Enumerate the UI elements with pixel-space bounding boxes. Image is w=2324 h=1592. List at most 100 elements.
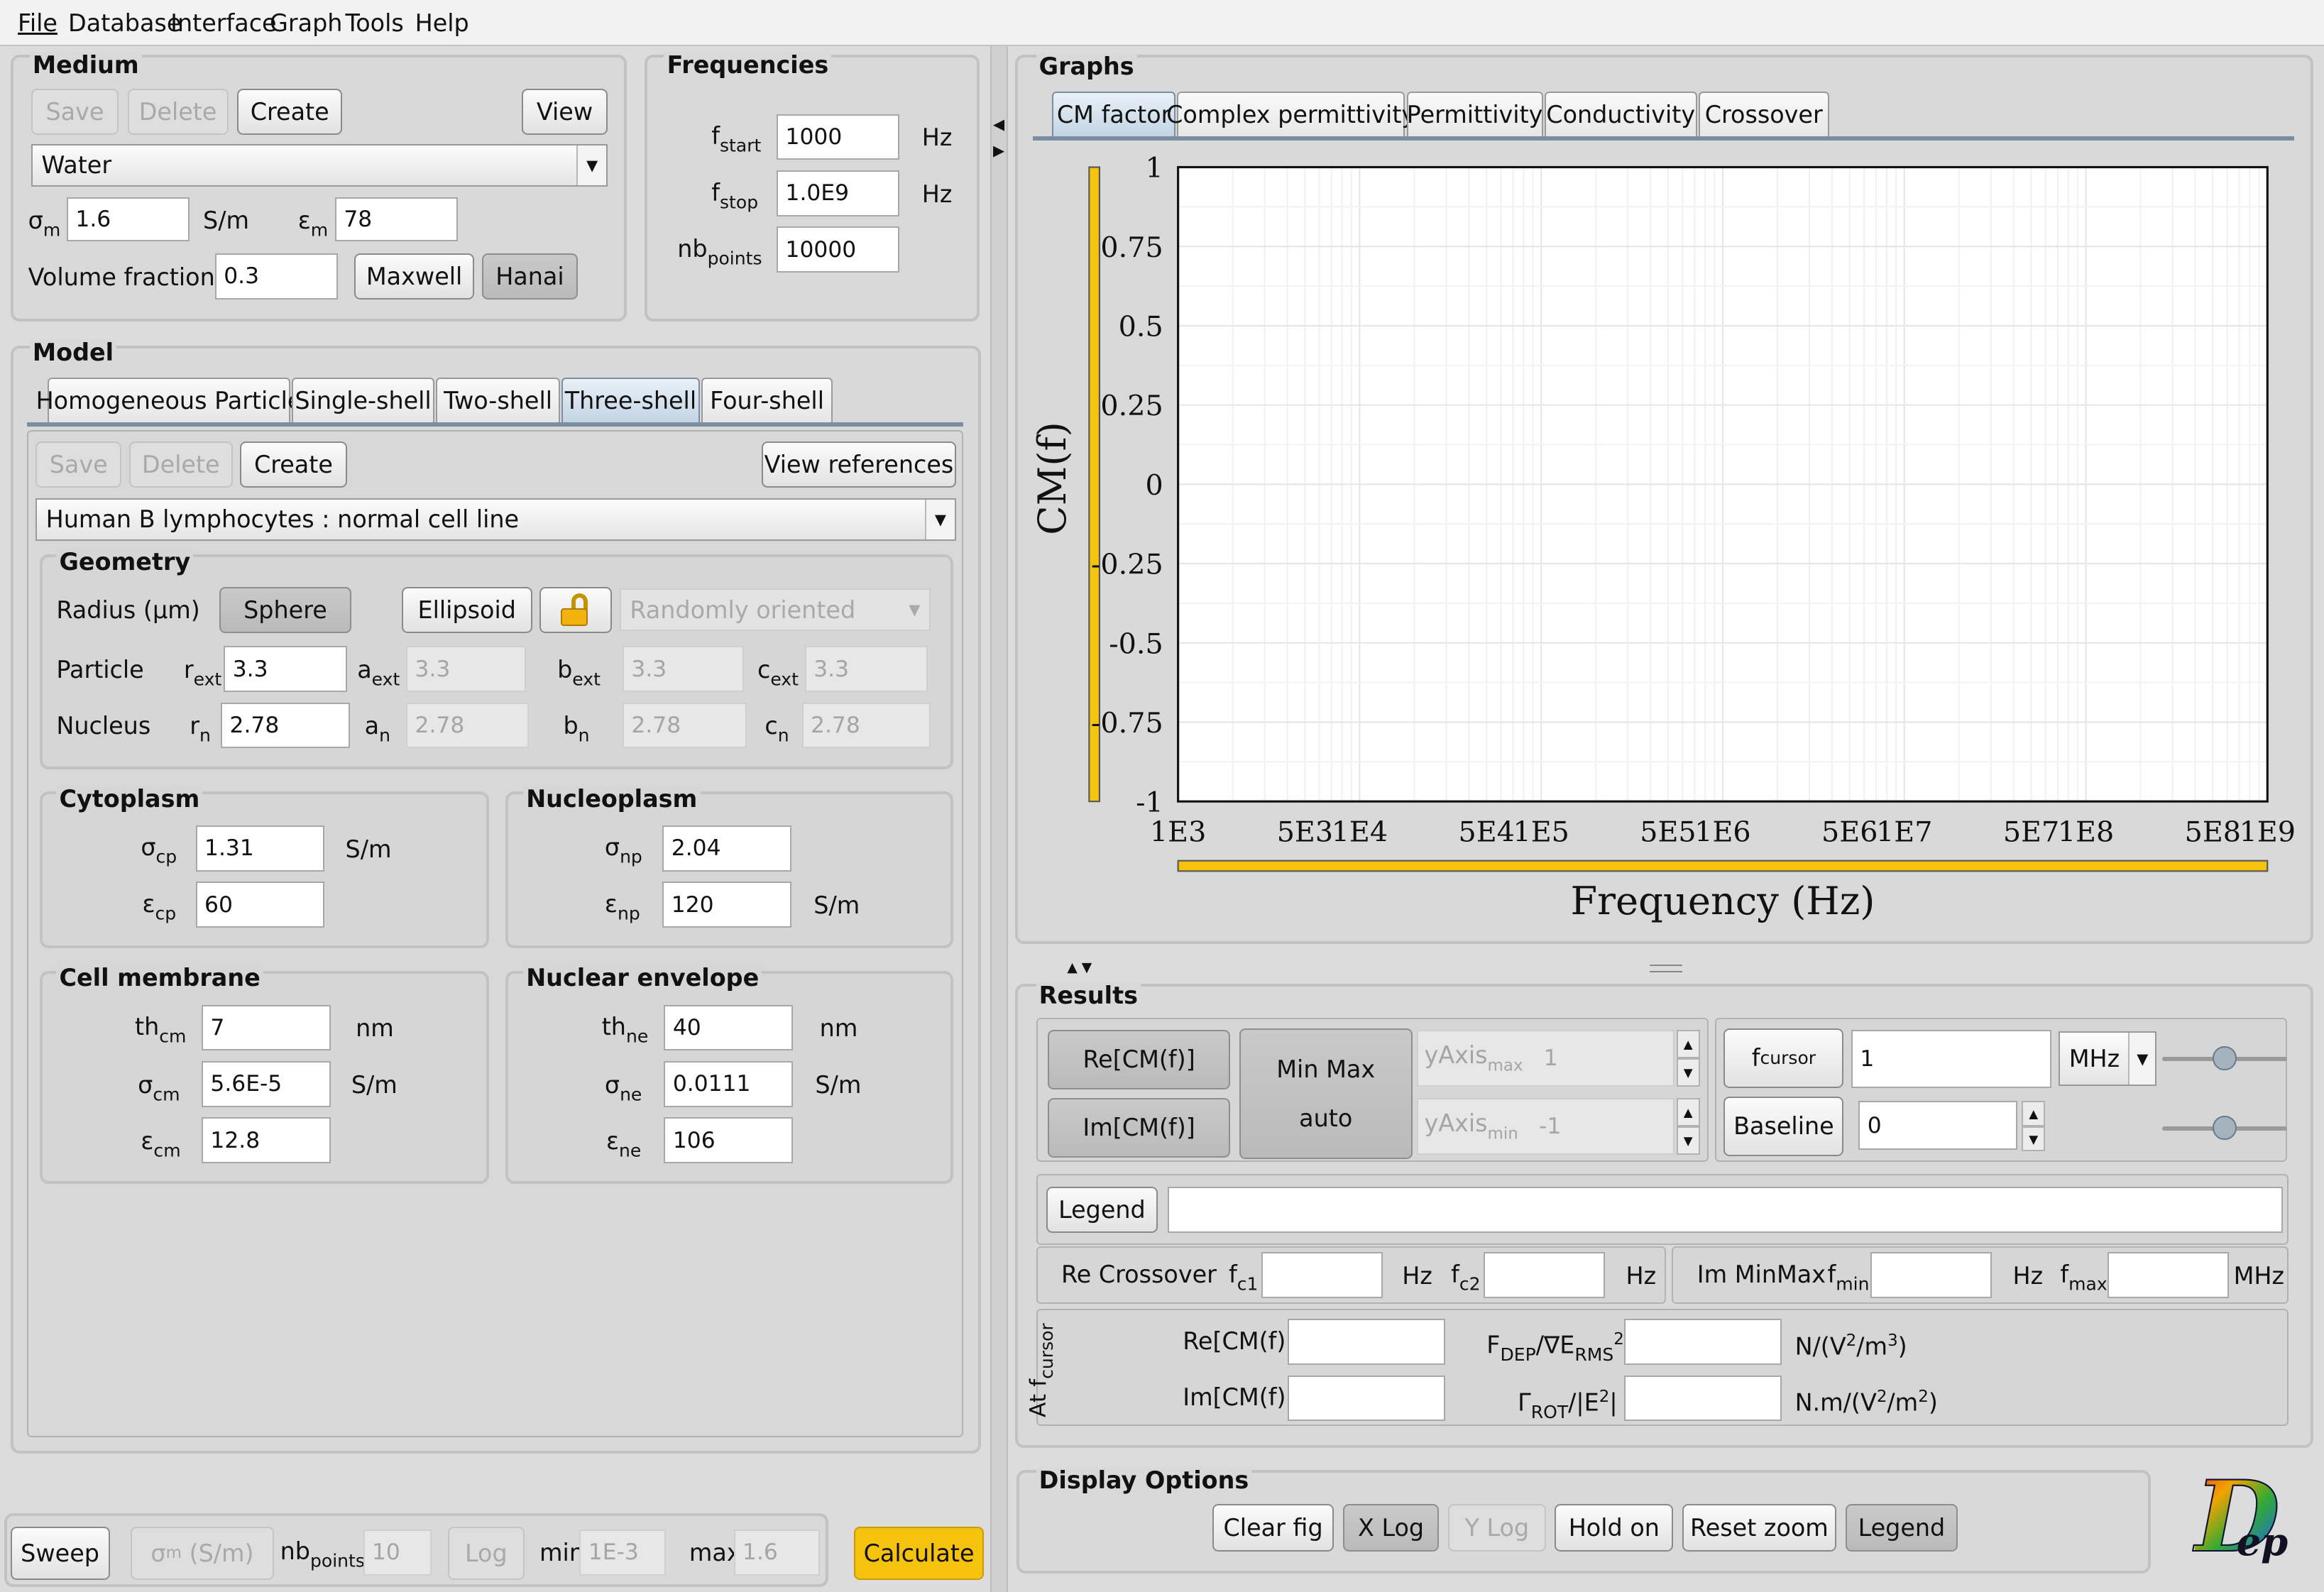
menu-file[interactable]: File: [18, 9, 57, 37]
membrane-eps-input[interactable]: 12.8: [201, 1117, 331, 1164]
aext-input[interactable]: 3.3: [406, 646, 527, 693]
maxwell-button[interactable]: Maxwell: [354, 253, 475, 300]
ymin-down-icon[interactable]: ▼: [1676, 1126, 1700, 1155]
tab-two-shell[interactable]: Two-shell: [435, 378, 561, 423]
ymin-input[interactable]: yAxismin -1: [1417, 1098, 1675, 1155]
baseline-down-icon[interactable]: ▼: [2022, 1126, 2046, 1152]
ellipsoid-button[interactable]: Ellipsoid: [401, 586, 532, 633]
splitter-up-down-arrows[interactable]: ▲ ▼: [1067, 960, 1092, 975]
nucleoplasm-eps-input[interactable]: 120: [662, 882, 791, 928]
cytoplasm-eps-input[interactable]: 60: [195, 882, 325, 928]
membrane-th-input[interactable]: 7: [201, 1004, 331, 1051]
legend-toggle-button[interactable]: Legend: [1845, 1504, 1958, 1552]
sweep-log-button[interactable]: Log: [447, 1526, 525, 1580]
menu-interface[interactable]: Interface: [170, 9, 277, 37]
tab-four-shell[interactable]: Four-shell: [701, 378, 833, 423]
ylog-button[interactable]: Y Log: [1447, 1504, 1546, 1552]
sweep-max-input[interactable]: 1.6: [733, 1529, 820, 1576]
medium-create-button[interactable]: Create: [237, 89, 343, 135]
fc2-input[interactable]: [1484, 1252, 1606, 1299]
fdep-output[interactable]: [1624, 1319, 1782, 1366]
legend-button[interactable]: Legend: [1046, 1187, 1158, 1234]
medium-delete-button[interactable]: Delete: [127, 89, 229, 135]
sweep-min-input[interactable]: 1E-3: [579, 1529, 666, 1576]
menu-tools[interactable]: Tools: [346, 9, 404, 37]
splitter-right-arrow[interactable]: ▶: [993, 142, 1004, 159]
fcursor-input[interactable]: 1: [1851, 1030, 2051, 1088]
minmax-auto-button[interactable]: Min Max auto: [1239, 1028, 1413, 1159]
tab-crossover[interactable]: Crossover: [1698, 92, 1829, 137]
volume-fraction-input[interactable]: 0.3: [214, 253, 339, 300]
membrane-sigma-input[interactable]: 5.6E-5: [201, 1061, 331, 1107]
splitter-grip[interactable]: [1649, 965, 1682, 972]
medium-view-button[interactable]: View: [521, 89, 608, 135]
fc1-input[interactable]: [1261, 1252, 1383, 1299]
envelope-sigma-input[interactable]: 0.0111: [664, 1061, 794, 1107]
fstart-input[interactable]: 1000: [777, 114, 900, 160]
tab-permittivity[interactable]: Permittivity: [1406, 92, 1543, 137]
im-cm-button[interactable]: Im[CM(f)]: [1048, 1098, 1231, 1158]
tab-complex-permittivity[interactable]: Complex permittivity: [1166, 92, 1415, 137]
fmin-input[interactable]: [1870, 1252, 1993, 1299]
tab-cm-factor[interactable]: CM factor: [1052, 92, 1175, 137]
sweep-nbpoints-input[interactable]: 10: [363, 1529, 432, 1576]
cn-input[interactable]: 2.78: [801, 702, 931, 749]
re-cm-button[interactable]: Re[CM(f)]: [1048, 1030, 1231, 1089]
splitter-left-arrow[interactable]: ◀: [993, 116, 1004, 133]
medium-eps-input[interactable]: 78: [334, 197, 459, 242]
reset-zoom-button[interactable]: Reset zoom: [1682, 1504, 1837, 1552]
cell-model-select[interactable]: Human B lymphocytes : normal cell line ▼: [35, 498, 956, 542]
hold-on-button[interactable]: Hold on: [1555, 1504, 1674, 1552]
menu-database[interactable]: Database: [68, 9, 181, 37]
im-cm-output[interactable]: [1288, 1375, 1445, 1422]
medium-save-button[interactable]: Save: [31, 89, 119, 135]
sphere-button[interactable]: Sphere: [219, 586, 351, 633]
medium-select[interactable]: Water ▼: [31, 143, 608, 187]
envelope-th-input[interactable]: 40: [664, 1004, 794, 1051]
rext-input[interactable]: 3.3: [224, 646, 347, 693]
medium-sigma-input[interactable]: 1.6: [66, 197, 190, 242]
tab-conductivity[interactable]: Conductivity: [1544, 92, 1697, 137]
fcursor-button[interactable]: f cursor: [1723, 1028, 1844, 1088]
baseline-button[interactable]: Baseline: [1723, 1097, 1844, 1156]
bn-input[interactable]: 2.78: [622, 702, 747, 749]
model-delete-button[interactable]: Delete: [128, 441, 233, 488]
menu-help[interactable]: Help: [415, 9, 469, 37]
ymax-down-icon[interactable]: ▼: [1676, 1058, 1700, 1087]
xlog-button[interactable]: X Log: [1342, 1504, 1440, 1552]
ymax-up-icon[interactable]: ▲: [1676, 1030, 1700, 1058]
unit-select[interactable]: MHz ▼: [2059, 1031, 2157, 1087]
baseline-up-icon[interactable]: ▲: [2022, 1101, 2046, 1126]
fstop-input[interactable]: 1.0E9: [777, 170, 900, 216]
calculate-button[interactable]: Calculate: [853, 1526, 985, 1580]
baseline-slider-thumb[interactable]: [2213, 1116, 2237, 1140]
model-save-button[interactable]: Save: [35, 441, 122, 488]
fcursor-slider-thumb[interactable]: [2213, 1046, 2237, 1070]
tab-single-shell[interactable]: Single-shell: [292, 378, 434, 423]
nucleoplasm-sigma-input[interactable]: 2.04: [662, 825, 791, 872]
cm-factor-chart[interactable]: 1 0.75 0.5 0.25 0 -0.25 -0.5 -0.75 -11E3 5E31E4 5E…: [1033, 142, 2298, 936]
an-input[interactable]: 2.78: [406, 702, 530, 749]
cytoplasm-sigma-input[interactable]: 1.31: [195, 825, 325, 872]
view-references-button[interactable]: View references: [762, 441, 956, 488]
unlock-button[interactable]: [539, 586, 613, 633]
model-create-button[interactable]: Create: [240, 441, 347, 488]
orientation-select[interactable]: Randomly oriented ▼: [619, 588, 931, 632]
tab-three-shell[interactable]: Three-shell: [561, 378, 700, 423]
nbpoints-input[interactable]: 10000: [777, 226, 900, 273]
fmax-input[interactable]: [2108, 1252, 2230, 1299]
baseline-input[interactable]: 0: [1858, 1101, 2017, 1151]
ymin-up-icon[interactable]: ▲: [1676, 1098, 1700, 1126]
clear-fig-button[interactable]: Clear fig: [1212, 1504, 1334, 1552]
legend-input[interactable]: [1168, 1187, 2283, 1234]
bext-input[interactable]: 3.3: [622, 646, 745, 693]
cext-input[interactable]: 3.3: [804, 646, 928, 693]
sweep-param-button[interactable]: σm (S/m): [130, 1526, 275, 1580]
envelope-eps-input[interactable]: 106: [664, 1117, 794, 1164]
tab-homogeneous[interactable]: Homogeneous Particle: [36, 378, 302, 423]
sweep-button[interactable]: Sweep: [10, 1526, 110, 1580]
grot-output[interactable]: [1624, 1375, 1782, 1422]
re-cm-output[interactable]: [1288, 1319, 1445, 1366]
hanai-button[interactable]: Hanai: [481, 253, 579, 300]
ymax-input[interactable]: yAxismax 1: [1417, 1030, 1675, 1087]
